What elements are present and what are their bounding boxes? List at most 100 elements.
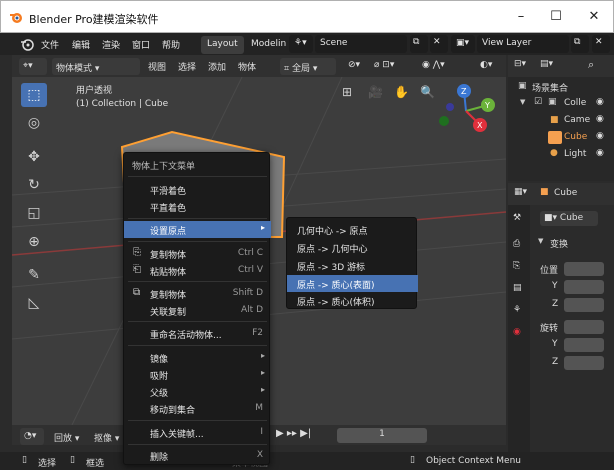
rotation-x-field[interactable] bbox=[564, 320, 604, 334]
close-button[interactable]: ✕ bbox=[579, 9, 609, 24]
rotation-z-field[interactable] bbox=[564, 356, 604, 370]
menu-help[interactable]: 帮助 bbox=[162, 38, 180, 51]
outliner-item-light[interactable]: Light bbox=[564, 149, 586, 159]
collection-checkbox[interactable]: ☑ bbox=[534, 97, 542, 107]
tab-layout[interactable]: Layout bbox=[201, 36, 244, 54]
playback-menu[interactable]: 回放 ▾ bbox=[50, 428, 88, 445]
camera-view-icon[interactable]: 🎥 bbox=[368, 85, 383, 99]
location-x-field[interactable] bbox=[564, 262, 604, 276]
snap-icon[interactable]: ⌀ ⊡▾ bbox=[374, 60, 394, 70]
visibility-eye-icon[interactable]: ◉ bbox=[596, 97, 604, 107]
outliner-search-icon[interactable]: ⌕ bbox=[588, 58, 594, 72]
transform-orientation-dropdown[interactable]: ⌗ 全局 ▾ bbox=[280, 58, 336, 75]
menu-object[interactable]: 物体 bbox=[238, 60, 256, 73]
tool-scale[interactable]: ◱ bbox=[21, 201, 47, 225]
output-props-icon[interactable]: ⎘ bbox=[513, 261, 520, 271]
tool-measure[interactable]: ◺ bbox=[21, 291, 47, 315]
delete-scene-icon[interactable]: ✕ bbox=[430, 35, 448, 53]
current-frame-field[interactable]: 1 bbox=[337, 428, 427, 443]
menu-item-parent[interactable]: 父级 ▸ bbox=[124, 383, 271, 400]
navigation-gizmo[interactable]: Z Y X bbox=[432, 79, 504, 141]
rotation-y-field[interactable] bbox=[564, 338, 604, 352]
tool-annotate[interactable]: ✎ bbox=[21, 263, 47, 287]
expand-chevron-icon[interactable]: ▼ bbox=[520, 98, 525, 106]
menu-item-snap[interactable]: 吸附 ▸ bbox=[124, 366, 271, 383]
visibility-icon[interactable]: ◐▾ bbox=[480, 60, 492, 70]
menu-window[interactable]: 窗口 bbox=[132, 38, 150, 51]
new-scene-icon[interactable]: ⧉ bbox=[410, 35, 428, 53]
outliner-display-icon[interactable]: ▤▾ bbox=[540, 59, 553, 69]
timeline-editor-icon[interactable]: ◔▾ bbox=[20, 428, 44, 445]
proportional-edit-icon[interactable]: ◉ ⋀▾ bbox=[422, 60, 445, 70]
playback-controls[interactable]: ▶ ▸▸ ▶| bbox=[276, 428, 311, 439]
view-layer-icon[interactable]: ▣▾ bbox=[451, 35, 475, 53]
menu-item-duplicate-objects[interactable]: ⧉ 复制物体 Shift D bbox=[124, 285, 271, 302]
menu-item-mirror[interactable]: 镜像 ▸ bbox=[124, 349, 271, 366]
outliner-item-cube[interactable]: Cube bbox=[564, 132, 587, 142]
section-chevron-icon[interactable]: ▼ bbox=[538, 237, 543, 245]
visibility-eye-icon[interactable]: ◉ bbox=[596, 148, 604, 158]
properties-editor-icon[interactable]: ▦▾ bbox=[514, 187, 527, 197]
active-object-label: (1) Collection | Cube bbox=[76, 99, 169, 109]
tool-transform[interactable]: ⊕ bbox=[21, 230, 47, 254]
view-layer-selector[interactable]: View Layer bbox=[477, 35, 569, 53]
menu-item-flat-shading[interactable]: 平直着色 bbox=[124, 198, 271, 215]
tab-modeling[interactable]: Modelin bbox=[245, 36, 292, 54]
origin-to-center-of-mass-surface[interactable]: 原点 -> 质心(表面) bbox=[287, 275, 418, 292]
tool-move[interactable]: ✥ bbox=[21, 145, 47, 169]
render-mode-icon[interactable]: ⊞ bbox=[342, 85, 352, 99]
scene-props-icon[interactable]: ⚘ bbox=[513, 305, 521, 315]
editor-type-icon[interactable]: ⌖▾ bbox=[19, 58, 47, 75]
view-layer-props-icon[interactable]: ▤ bbox=[513, 283, 522, 293]
pivot-icon[interactable]: ⊘▾ bbox=[348, 60, 360, 70]
outliner-item-collection[interactable]: Colle bbox=[564, 98, 586, 108]
visibility-eye-icon[interactable]: ◉ bbox=[596, 131, 604, 141]
render-props-icon[interactable]: ⎙ bbox=[513, 239, 520, 249]
status-box-select: 框选 bbox=[86, 459, 105, 469]
menu-item-set-origin[interactable]: 设置原点 ▸ bbox=[124, 221, 271, 238]
minimize-button[interactable]: – bbox=[506, 9, 536, 24]
menu-render[interactable]: 渲染 bbox=[102, 38, 120, 51]
outliner-editor-icon[interactable]: ⊟▾ bbox=[514, 59, 526, 69]
menu-item-paste-objects[interactable]: ⎗ 粘贴物体 Ctrl V bbox=[124, 262, 271, 279]
menu-add[interactable]: 添加 bbox=[208, 60, 226, 73]
origin-to-3d-cursor[interactable]: 原点 -> 3D 游标 bbox=[287, 257, 418, 274]
cube-object-icon bbox=[548, 131, 562, 144]
object-datablock-field[interactable]: ■▾ Cube bbox=[540, 211, 598, 226]
menu-separator bbox=[128, 241, 267, 242]
location-y-field[interactable] bbox=[564, 280, 604, 294]
origin-geometry-to-origin[interactable]: 几何中心 -> 原点 bbox=[287, 221, 418, 238]
new-view-layer-icon[interactable]: ⧉ bbox=[571, 35, 589, 53]
visibility-eye-icon[interactable]: ◉ bbox=[596, 114, 604, 124]
location-z-field[interactable] bbox=[564, 298, 604, 312]
origin-to-center-of-mass-volume[interactable]: 原点 -> 质心(体积) bbox=[287, 292, 418, 309]
scene-type-icon[interactable]: ⚘▾ bbox=[289, 35, 313, 53]
menu-item-copy-objects[interactable]: ⎘ 复制物体 Ctrl C bbox=[124, 245, 271, 262]
menu-item-delete[interactable]: 删除 X bbox=[124, 447, 271, 464]
object-mode-dropdown[interactable]: 物体模式 ▾ bbox=[52, 58, 140, 75]
menu-item-smooth-shading[interactable]: 平滑着色 bbox=[124, 181, 271, 198]
menu-edit[interactable]: 编辑 bbox=[72, 38, 90, 51]
menu-item-rename-active[interactable]: 重命名活动物体... F2 bbox=[124, 325, 271, 342]
menu-item-label: 镜像 bbox=[150, 355, 169, 365]
menu-item-label: 插入关键帧... bbox=[150, 430, 204, 440]
scene-selector[interactable]: Scene bbox=[315, 35, 407, 53]
menu-select[interactable]: 选择 bbox=[178, 60, 196, 73]
origin-to-geometry[interactable]: 原点 -> 几何中心 bbox=[287, 239, 418, 256]
set-origin-submenu: 几何中心 -> 原点 原点 -> 几何中心 原点 -> 3D 游标 原点 -> … bbox=[286, 217, 418, 309]
tool-props-icon[interactable]: ⚒ bbox=[513, 213, 521, 223]
pan-hand-icon[interactable]: ✋ bbox=[394, 85, 409, 99]
menu-file[interactable]: 文件 bbox=[41, 38, 59, 51]
menu-view[interactable]: 视图 bbox=[148, 60, 166, 73]
tool-select-box[interactable]: ⬚ bbox=[21, 83, 47, 107]
delete-view-layer-icon[interactable]: ✕ bbox=[592, 35, 610, 53]
tool-rotate[interactable]: ↻ bbox=[21, 173, 47, 197]
menu-item-duplicate-linked[interactable]: 关联复制 Alt D bbox=[124, 302, 271, 319]
tool-cursor[interactable]: ◎ bbox=[21, 111, 47, 135]
maximize-button[interactable]: ☐ bbox=[541, 9, 571, 24]
menu-item-move-to-collection[interactable]: 移动到集合 M bbox=[124, 400, 271, 417]
world-props-icon[interactable]: ◉ bbox=[513, 327, 521, 337]
blender-menu-icon[interactable] bbox=[20, 37, 34, 51]
menu-item-insert-keyframe[interactable]: 插入关键帧... I bbox=[124, 424, 271, 441]
outliner-item-camera[interactable]: Came bbox=[564, 115, 590, 125]
